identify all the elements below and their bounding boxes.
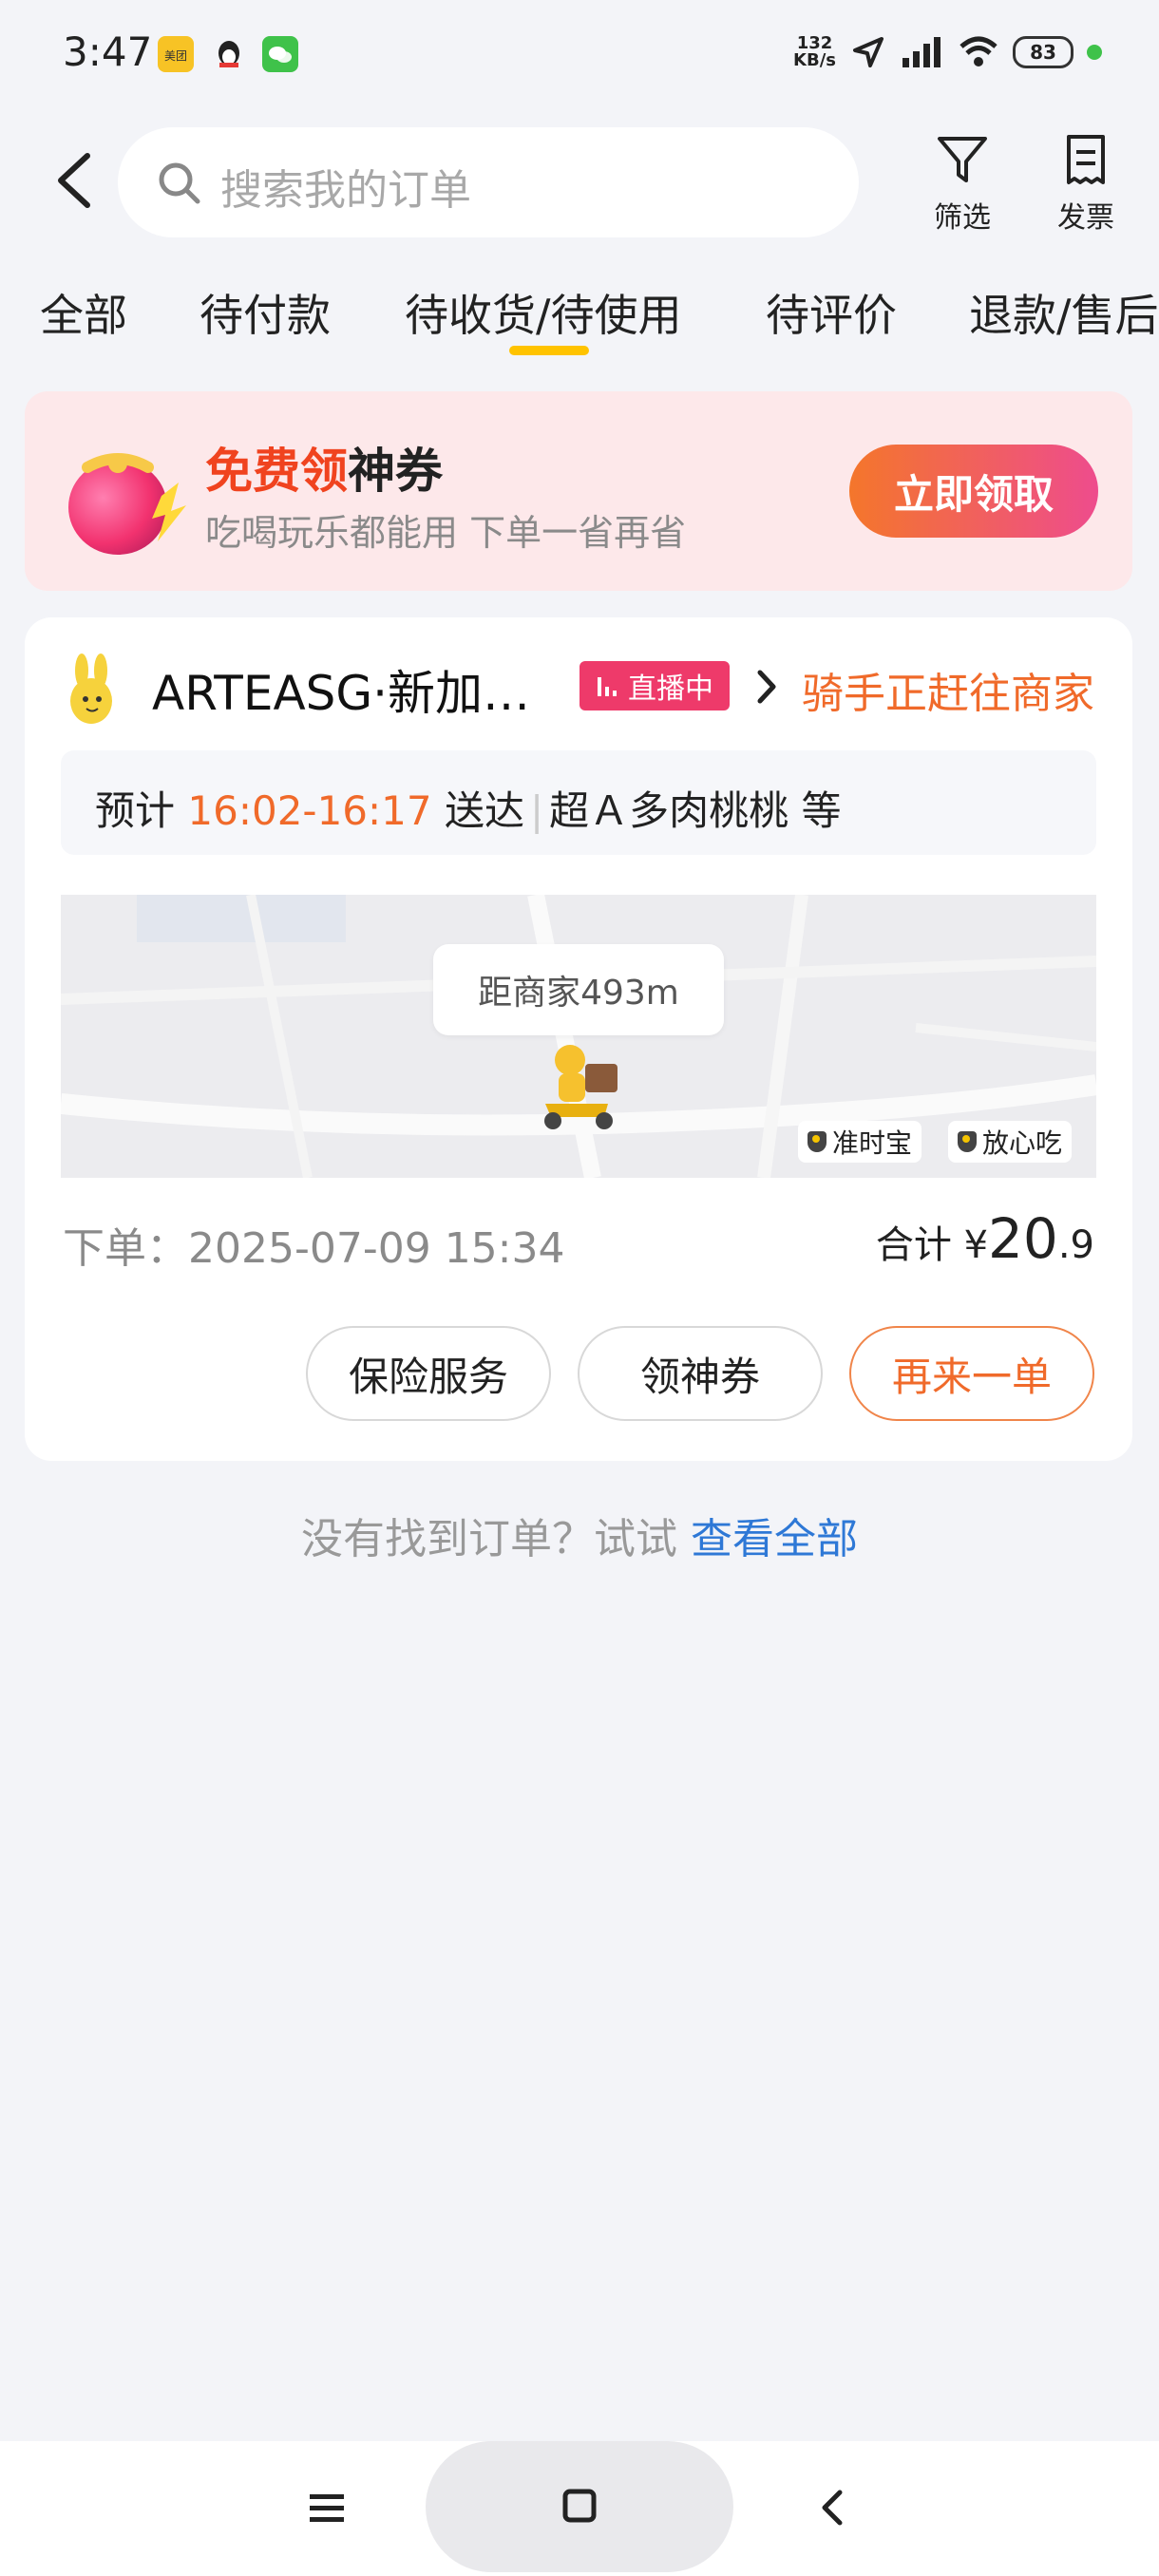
system-nav-bar [0,2441,1159,2576]
food-safety-tag: 放心吃 [948,1121,1073,1163]
filter-label: 筛选 [934,201,991,235]
invoice-button[interactable]: 发票 [1043,131,1129,236]
shop-logo-icon [70,653,112,724]
invoice-label: 发票 [1057,201,1114,235]
status-dot [1087,45,1102,60]
eta-text: 预计 16:02-16:17 送达 | 超Ａ多肉桃桃 等 [95,787,842,834]
eta-time: 16:02-16:17 [187,787,432,834]
live-badge-label: 直播中 [628,672,713,706]
qq-app-icon [211,36,247,72]
tab-pending-review[interactable]: 待评价 [766,281,897,344]
chevron-right-icon[interactable] [752,663,781,710]
svg-text:美团: 美团 [164,49,187,63]
filter-button[interactable]: 筛选 [920,131,1005,236]
home-button[interactable] [426,2441,733,2572]
promo-title: 免费领神券 [205,444,443,499]
location-icon [853,37,884,67]
search-placeholder: 搜索我的订单 [220,166,471,215]
wechat-app-icon [262,36,298,72]
back-nav-icon[interactable] [815,2487,849,2529]
ontime-guarantee-tag: 准时宝 [798,1121,922,1163]
claim-now-button[interactable]: 立即领取 [849,445,1098,538]
search-icon [159,162,200,204]
shop-name[interactable]: ARTEASG·新加… [152,655,530,724]
search-input[interactable]: 搜索我的订单 [118,127,859,237]
tab-refund[interactable]: 退款/售后 [969,281,1159,344]
order-time: 下单：2025-07-09 15:34 [63,1224,565,1273]
order-items: 超Ａ多肉桃桃 等 [549,787,842,834]
active-tab-indicator [509,346,589,355]
battery-indicator: 83 [1013,36,1074,68]
filter-icon [938,137,987,182]
rider-icon [544,1045,618,1129]
status-right: 132 KB/s 83 [793,28,1102,76]
promo-subtitle: 吃喝玩乐都能用 下单一省再省 [205,512,687,554]
menu-icon[interactable] [308,2489,346,2527]
coupon-promo-banner[interactable]: 免费领神券 吃喝玩乐都能用 下单一省再省 立即领取 [25,391,1132,591]
insurance-service-button[interactable]: 保险服务 [306,1326,551,1421]
back-button[interactable] [48,142,104,218]
home-square-icon [562,2489,597,2523]
map-roads [61,895,1096,1178]
gift-bag-icon [68,453,186,555]
network-speed: 132 KB/s [793,33,836,70]
status-time: 3:47 [63,28,153,75]
not-found-hint: 没有找到订单？试试 查看全部 [0,1505,1159,1565]
tab-pending-receipt[interactable]: 待收货/待使用 [405,281,682,344]
view-all-link[interactable]: 查看全部 [691,1515,858,1563]
delivery-map[interactable]: 距商家493m 准时宝 放心吃 [61,895,1096,1178]
invoice-icon [1067,135,1105,184]
eta-box: 预计 16:02-16:17 送达 | 超Ａ多肉桃桃 等 [61,750,1096,855]
wifi-icon [960,36,998,66]
tab-all[interactable]: 全部 [40,281,127,344]
rider-status: 骑手正赶往商家 [802,670,1094,718]
order-total: 合计 ¥20.9 [875,1206,1094,1271]
get-coupon-button[interactable]: 领神券 [578,1326,823,1421]
status-bar: 3:47 美团 132 KB/s 83 [0,0,1159,104]
distance-bubble: 距商家493m [433,944,724,1035]
order-card[interactable]: ARTEASG·新加… 直播中 骑手正赶往商家 预计 16:02-16:17 送… [25,617,1132,1461]
shield-icon [808,1131,826,1152]
meituan-app-icon: 美团 [158,36,194,72]
live-badge[interactable]: 直播中 [580,661,730,710]
tab-pending-payment[interactable]: 待付款 [200,281,331,344]
not-found-text: 没有找到订单？试试 [301,1515,677,1563]
back-arrow-icon [58,153,90,208]
signal-icon [902,37,940,67]
shield-icon [958,1131,977,1152]
live-bars-icon [598,677,617,696]
reorder-button[interactable]: 再来一单 [849,1326,1094,1421]
